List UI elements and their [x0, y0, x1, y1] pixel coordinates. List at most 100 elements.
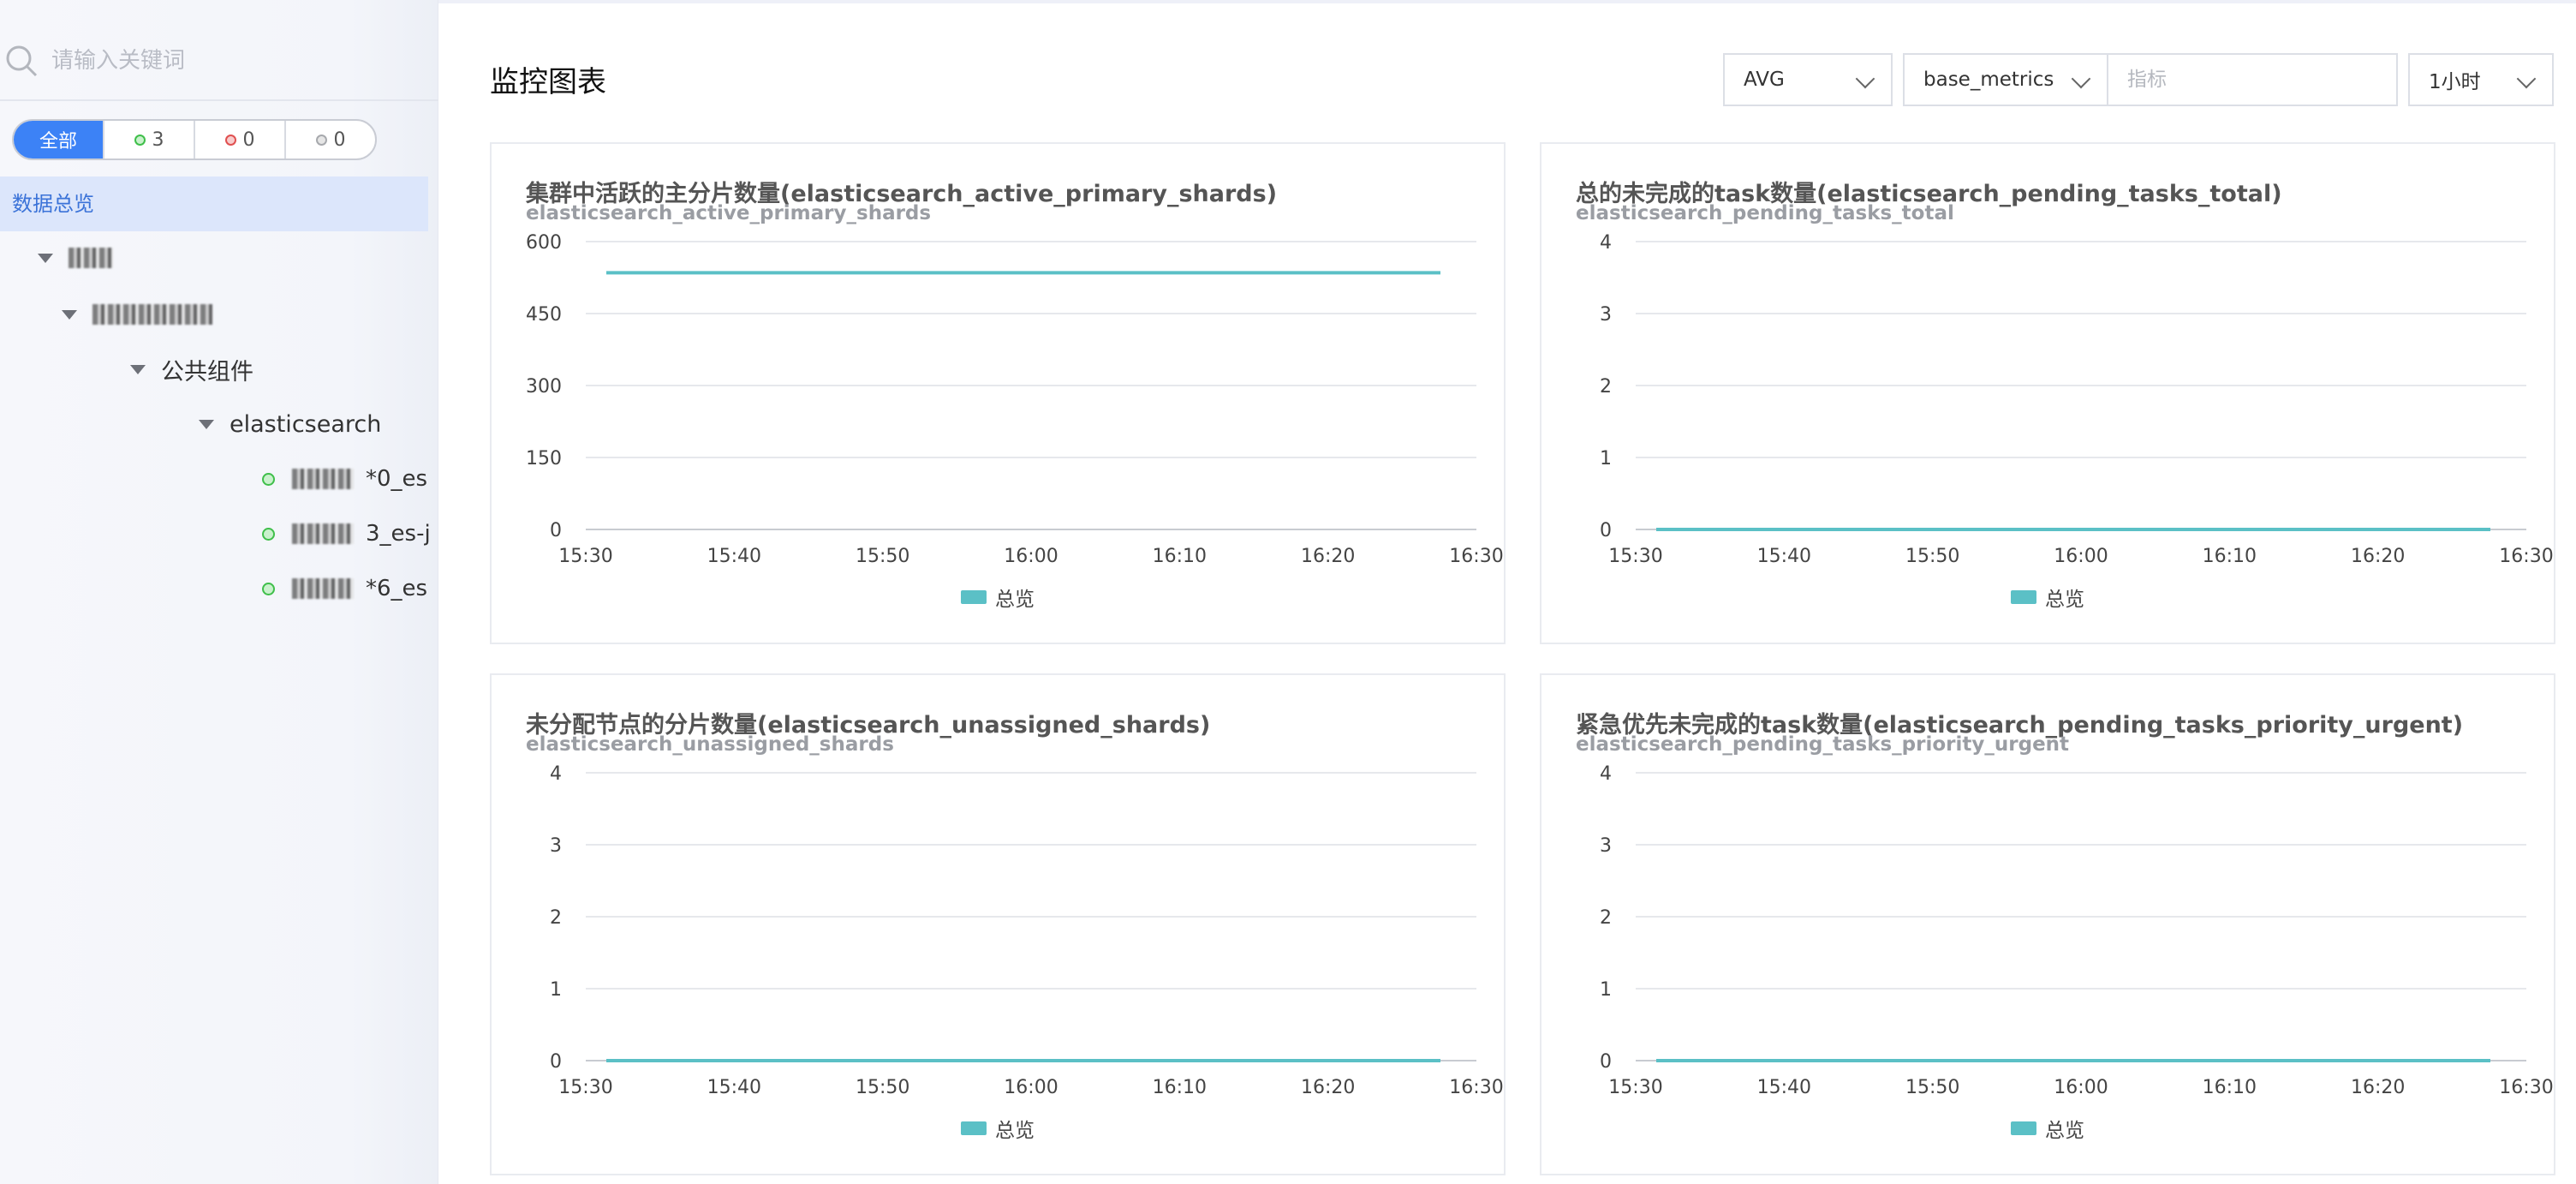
filter-all-label: 全部: [39, 131, 77, 152]
filter-online[interactable]: 3: [103, 121, 194, 158]
redacted-label: [92, 304, 212, 325]
x-tick-label: 15:30: [1608, 546, 1662, 567]
legend-label: 总览: [2045, 589, 2084, 611]
y-tick-label: 0: [1600, 520, 1612, 541]
chevron-down-icon: [2516, 69, 2537, 89]
y-tick-label: 1: [1600, 448, 1612, 469]
caret-down-icon: [130, 364, 146, 374]
chart-panel: 集群中活跃的主分片数量(elasticsearch_active_primary…: [490, 142, 1506, 644]
caret-down-icon: [199, 419, 214, 429]
x-tick-label: 16:10: [2203, 1077, 2257, 1098]
x-tick-label: 15:40: [1757, 546, 1811, 567]
y-tick-label: 300: [526, 376, 562, 398]
legend-label: 总览: [2045, 1120, 2084, 1142]
chart-panel: 总的未完成的task数量(elasticsearch_pending_tasks…: [1540, 142, 2555, 644]
x-tick-label: 16:00: [2054, 1077, 2108, 1098]
caret-down-icon: [62, 309, 77, 320]
sidebar-item-overview[interactable]: 数据总览: [0, 176, 428, 231]
tree-node-elasticsearch[interactable]: elasticsearch: [199, 403, 381, 445]
y-tick-label: 0: [550, 1051, 562, 1073]
online-status-icon: [262, 472, 275, 486]
line-chart: 4 3 2 1 0 15:30 15:40 15:50 16:00 16:10 16:20 16:30: [1600, 232, 2554, 567]
legend-swatch-icon: [961, 590, 987, 604]
chevron-down-icon: [1855, 69, 1875, 89]
line-chart: 4 3 2 1 0 15:30 15:40 15:50 16:00 16:10 16:20 16:30: [550, 763, 1504, 1098]
x-tick-label: 15:30: [558, 546, 612, 567]
filter-unknown[interactable]: 0: [284, 121, 375, 158]
x-tick-label: 16:00: [1004, 1077, 1058, 1098]
filter-all[interactable]: 全部: [14, 121, 103, 158]
page-title: 监控图表: [490, 65, 606, 99]
y-tick-label: 600: [526, 232, 562, 254]
unknown-dot-icon: [315, 134, 327, 146]
legend-label: 总览: [995, 589, 1035, 611]
chart-legend[interactable]: 总览: [492, 583, 1504, 612]
x-tick-label: 16:20: [2351, 1077, 2405, 1098]
offline-dot-icon: [224, 134, 236, 146]
y-tick-label: 4: [1600, 232, 1612, 254]
metric-group-value: base_metrics: [1923, 69, 2054, 91]
time-range-select[interactable]: 1小时: [2408, 53, 2554, 106]
tree-leaf-instance[interactable]: *6_es: [262, 567, 427, 610]
metric-group-select[interactable]: base_metrics: [1903, 53, 2108, 106]
chart-legend[interactable]: 总览: [1541, 583, 2554, 612]
legend-swatch-icon: [961, 1121, 987, 1135]
aggregate-select[interactable]: AVG: [1723, 53, 1893, 106]
status-filter-group: 全部 3 0 0: [12, 119, 377, 160]
instance-suffix: *6_es: [366, 576, 428, 601]
x-tick-label: 16:10: [1153, 546, 1207, 567]
aggregate-value: AVG: [1744, 69, 1785, 91]
time-range-value: 1小时: [2429, 71, 2481, 93]
y-tick-label: 1: [550, 979, 562, 1001]
y-tick-label: 3: [1600, 835, 1612, 857]
tree-leaf-instance[interactable]: 3_es-j: [262, 512, 431, 555]
online-dot-icon: [134, 134, 146, 146]
tree-node-level2[interactable]: [62, 293, 212, 336]
y-tick-label: 150: [526, 448, 562, 469]
filter-offline[interactable]: 0: [194, 121, 284, 158]
redacted-label: [292, 578, 354, 599]
x-tick-label: 15:30: [1608, 1077, 1662, 1098]
x-tick-label: 16:20: [1301, 1077, 1355, 1098]
y-tick-label: 0: [550, 520, 562, 541]
y-tick-label: 2: [1600, 376, 1612, 398]
filter-online-count: 3: [152, 129, 164, 151]
search-icon: [6, 45, 38, 77]
x-tick-label: 15:50: [856, 1077, 909, 1098]
caret-down-icon: [38, 253, 53, 263]
chart-panel: 紧急优先未完成的task数量(elasticsearch_pending_tas…: [1540, 673, 2555, 1175]
redacted-label: [69, 248, 113, 268]
filter-unknown-count: 0: [333, 129, 346, 151]
filter-offline-count: 0: [242, 129, 255, 151]
x-tick-label: 16:10: [2203, 546, 2257, 567]
y-tick-label: 2: [1600, 907, 1612, 929]
chart-legend[interactable]: 总览: [492, 1114, 1504, 1143]
tree-node-level1[interactable]: [38, 236, 113, 279]
x-tick-label: 16:00: [2054, 546, 2108, 567]
x-tick-label: 15:50: [856, 546, 909, 567]
y-tick-label: 0: [1600, 1051, 1612, 1073]
search-input[interactable]: [51, 38, 420, 84]
y-tick-label: 3: [1600, 304, 1612, 326]
tree-node-label: elasticsearch: [230, 410, 382, 438]
tree-leaf-instance[interactable]: *0_es: [262, 457, 427, 500]
y-tick-label: 4: [1600, 763, 1612, 785]
x-tick-label: 16:30: [1449, 1077, 1503, 1098]
legend-swatch-icon: [2011, 1121, 2036, 1135]
x-tick-label: 15:40: [707, 546, 761, 567]
y-tick-label: 450: [526, 304, 562, 326]
x-tick-label: 15:50: [1905, 546, 1959, 567]
x-tick-label: 15:50: [1905, 1077, 1959, 1098]
y-tick-label: 4: [550, 763, 562, 785]
online-status-icon: [262, 582, 275, 595]
x-tick-label: 16:20: [1301, 546, 1355, 567]
y-tick-label: 2: [550, 907, 562, 929]
x-tick-label: 15:40: [1757, 1077, 1811, 1098]
sidebar: 全部 3 0 0 数据总览 公共组件 elasticsearch *0_es 3…: [0, 0, 438, 1184]
metric-input[interactable]: [2127, 69, 2370, 91]
tree-node-public-components[interactable]: 公共组件: [130, 348, 253, 391]
redacted-label: [292, 469, 354, 489]
x-tick-label: 16:00: [1004, 546, 1058, 567]
chart-legend[interactable]: 总览: [1541, 1114, 2554, 1143]
chart-panel: 未分配节点的分片数量(elasticsearch_unassigned_shar…: [490, 673, 1506, 1175]
